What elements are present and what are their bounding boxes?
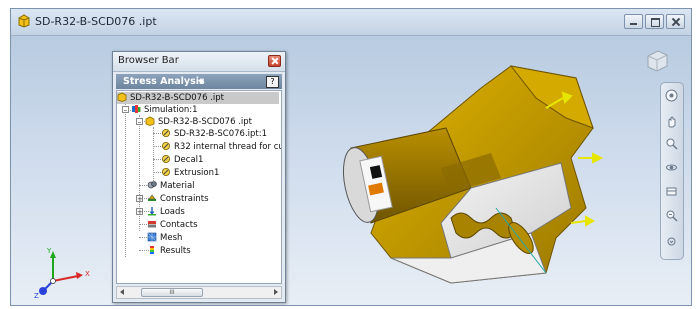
tree-item-label: Decal1	[174, 155, 204, 165]
steering-wheel-icon[interactable]	[665, 89, 678, 102]
browser-tree: SD-R32-B-SCD076 .ipt – Simulation:1 – SD…	[116, 90, 282, 284]
tree-item-results[interactable]: Results	[147, 245, 191, 257]
simulation-icon	[132, 105, 141, 113]
axis-x-label: X	[85, 270, 90, 278]
browser-bar-titlebar[interactable]: Browser Bar	[113, 52, 285, 72]
constraints-icon	[148, 194, 156, 201]
tree-item-simulation[interactable]: Simulation:1	[131, 104, 198, 116]
tree-item-label: SD-R32-B-SC076.ipt:1	[174, 129, 268, 139]
browser-bar-title: Browser Bar	[118, 55, 179, 66]
feature-icon	[162, 155, 170, 163]
part-model-3d[interactable]	[331, 58, 631, 305]
part-file-icon	[117, 92, 127, 102]
minimize-button[interactable]	[624, 14, 643, 29]
feature-icon	[162, 168, 170, 176]
tree-item-thread[interactable]: R32 internal thread for cu	[161, 141, 282, 153]
window-titlebar[interactable]: SD-R32-B-SCD076 .ipt	[11, 9, 691, 36]
tree-item-material[interactable]: Material	[147, 180, 195, 192]
part-file-icon	[18, 14, 30, 28]
part-file-icon	[145, 116, 155, 126]
tree-item-mesh[interactable]: Mesh	[147, 232, 182, 244]
close-icon[interactable]	[268, 55, 281, 67]
help-button[interactable]: ?	[266, 76, 279, 88]
collapse-toggle[interactable]: –	[136, 118, 143, 126]
scroll-left-icon[interactable]	[120, 289, 124, 295]
contacts-icon	[148, 221, 156, 228]
maximize-button[interactable]	[645, 14, 664, 29]
tree-item-label: Contacts	[160, 220, 198, 230]
expand-toggle[interactable]: +	[136, 208, 143, 216]
navigation-bar	[660, 82, 684, 260]
collapse-toggle[interactable]: –	[122, 106, 129, 114]
tree-item-contacts[interactable]: Contacts	[147, 219, 198, 231]
window-controls	[624, 14, 685, 29]
axis-z-label: Z	[34, 292, 39, 300]
scroll-right-icon[interactable]	[274, 289, 278, 295]
tree-item-part-occurrence[interactable]: SD-R32-B-SC076.ipt:1	[161, 128, 267, 140]
axis-y-label: Y	[46, 247, 52, 255]
tree-item-label: SD-R32-B-SCD076 .ipt	[158, 117, 252, 127]
tree-item-part[interactable]: SD-R32-B-SCD076 .ipt	[145, 116, 252, 128]
close-button[interactable]	[666, 14, 685, 29]
tree-item-label: Extrusion1	[174, 168, 220, 178]
loads-icon	[148, 207, 156, 216]
feature-icon	[162, 142, 170, 150]
orbit-icon[interactable]	[665, 161, 678, 174]
tree-item-label: Constraints	[160, 194, 209, 204]
axis-triad: Y X Z	[34, 247, 90, 300]
tree-item-extrusion[interactable]: Extrusion1	[161, 167, 219, 179]
results-icon	[150, 246, 154, 254]
graphics-viewport[interactable]: Browser Bar Stress Analysis ? SD-R32-B-S…	[11, 36, 691, 305]
viewcube-icon[interactable]	[645, 48, 669, 74]
look-at-icon[interactable]	[665, 185, 678, 198]
tree-item-decal[interactable]: Decal1	[161, 154, 203, 166]
application-window: SD-R32-B-SCD076 .ipt Browser Bar Stress …	[10, 8, 692, 306]
zoom-window-icon[interactable]	[665, 209, 678, 222]
chevron-down-icon	[198, 80, 204, 84]
tree-item-root-part[interactable]: SD-R32-B-SCD076 .ipt	[117, 92, 279, 104]
tree-item-loads[interactable]: Loads	[147, 206, 185, 218]
horizontal-scrollbar[interactable]: III	[116, 286, 282, 299]
tree-item-label: SD-R32-B-SCD076 .ipt	[130, 93, 224, 103]
tree-item-label: Loads	[160, 207, 185, 217]
screenshot-frame: SD-R32-B-SCD076 .ipt Browser Bar Stress …	[0, 0, 700, 309]
tree-item-label: Mesh	[160, 233, 183, 243]
tree-item-constraints[interactable]: Constraints	[147, 193, 209, 205]
customize-icon[interactable]	[667, 237, 676, 246]
feature-icon	[162, 129, 170, 137]
browser-bar-panel: Browser Bar Stress Analysis ? SD-R32-B-S…	[112, 51, 286, 303]
tree-item-label: Results	[160, 246, 191, 256]
scroll-thumb-grip: III	[169, 289, 175, 296]
tree-item-label: Simulation:1	[144, 105, 198, 115]
expand-toggle[interactable]: +	[136, 195, 143, 203]
browser-mode-label: Stress Analysis	[123, 76, 205, 87]
window-title: SD-R32-B-SCD076 .ipt	[35, 15, 157, 28]
mesh-icon	[147, 232, 157, 242]
scrollbar-thumb[interactable]: III	[141, 288, 203, 297]
tree-item-label: Material	[160, 181, 195, 191]
tree-item-label: R32 internal thread for cu	[174, 142, 282, 152]
browser-mode-dropdown[interactable]: Stress Analysis ?	[116, 74, 282, 89]
zoom-icon[interactable]	[665, 137, 678, 150]
material-icon	[147, 181, 157, 189]
pan-icon[interactable]	[665, 115, 678, 128]
